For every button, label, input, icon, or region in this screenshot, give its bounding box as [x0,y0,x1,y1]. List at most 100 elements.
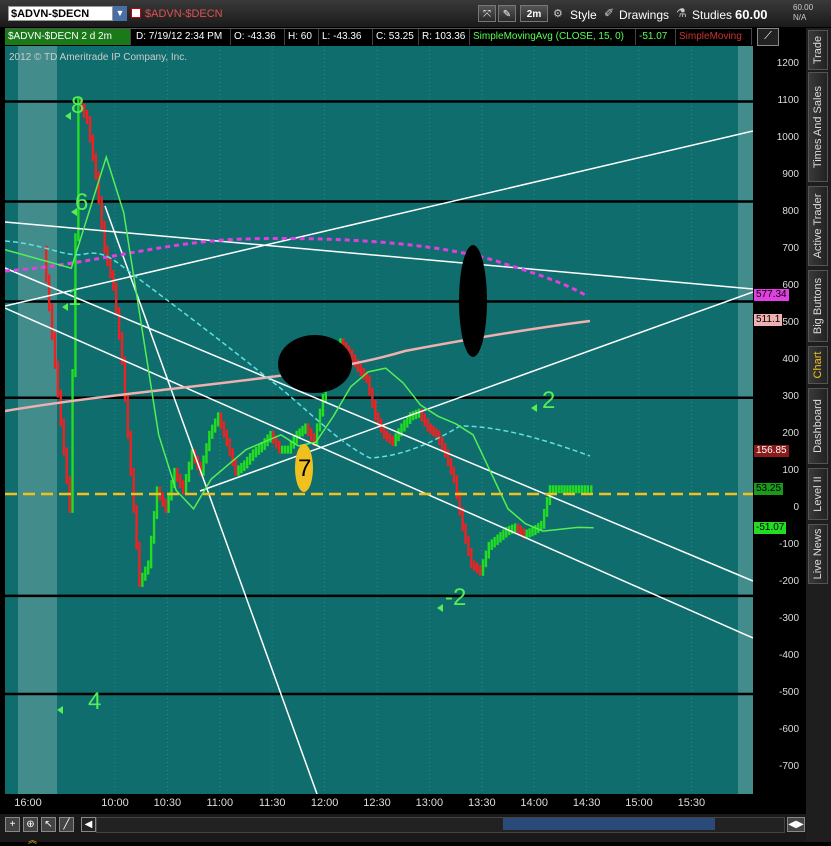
price-candle [484,550,488,568]
price-candle [132,467,135,513]
x-tick-label: 14:30 [572,797,601,809]
price-candle [464,523,467,544]
side-tab-label: Live News [812,528,824,580]
y-tick-label: 200 [782,427,799,439]
scrollbar-thumb[interactable] [503,818,715,830]
side-tab-active-trader[interactable]: Active Trader [808,186,828,266]
flag-icon[interactable] [131,8,141,18]
crosshair-tool-button[interactable]: ⤧ [478,5,496,22]
line-draw-icon[interactable]: ⟋ [757,28,779,46]
y-tick-label: 0 [793,501,799,513]
info-date: D: 7/19/12 2:34 PM [133,29,231,45]
side-tab-big-buttons[interactable]: Big Buttons [808,270,828,342]
price-candle [246,456,249,469]
price-candle [493,536,496,548]
side-tab-chart[interactable]: Chart [808,346,828,384]
side-tab-level-ii[interactable]: Level II [808,468,828,520]
scroll-left-button[interactable]: ◀ [81,817,96,832]
price-chart[interactable]: 8 6 1 7 2 -2 4 2012 © TD Ameritrade IP C… [5,46,753,794]
side-tab-times-and-sales[interactable]: Times And Sales [808,72,828,182]
symbol-dropdown-button[interactable]: ▼ [113,6,127,21]
zoom-plus-button[interactable]: + [5,817,20,832]
pencil-icon[interactable]: ✐ [604,6,614,20]
price-candle [516,523,520,534]
price-axis[interactable]: 1200 1100 1000 900 800 700 600 500 400 300 200 100 0… [753,46,803,794]
price-label-box: -51.07 [754,521,787,534]
trendline-1[interactable] [5,130,753,307]
gear-icon[interactable]: ⚙ [553,7,563,20]
price-candle [499,532,502,543]
price-candle [225,429,229,447]
info-study-short[interactable]: SimpleMoving [676,29,752,45]
price-candle [286,445,290,454]
pointer-tool-button[interactable]: ↖ [41,817,56,832]
price-candle [545,497,549,517]
y-tick-label: 900 [782,168,799,180]
side-tab-trade[interactable]: Trade [808,30,828,70]
price-candle [429,423,432,434]
expand-icon[interactable]: ︽ [28,833,37,846]
side-tab-live-news[interactable]: Live News [808,524,828,584]
price-candle [307,423,310,437]
price-candle [478,565,482,576]
price-candle [414,409,418,420]
price-candle [91,134,95,162]
wave-label-6: 6 [75,189,88,216]
price-candle [94,153,98,180]
info-range: R: 103.36 [419,29,470,45]
price-candle [141,572,144,587]
price-candle [144,566,147,581]
style-menu[interactable]: Style [570,8,597,22]
copyright-text: 2012 © TD Ameritrade IP Company, Inc. [9,52,187,63]
price-candle [560,485,563,494]
price-candle [103,220,106,254]
chart-area[interactable]: 8 6 1 7 2 -2 4 2012 © TD Ameritrade IP C… [5,46,753,794]
black-vertical-ellipse-marker[interactable] [459,245,487,357]
side-tab-label: Chart [812,351,824,379]
price-label-box: 511.1 [754,313,783,326]
x-tick-label: 16:00 [14,797,42,809]
price-candle [467,535,470,557]
info-symbol-period[interactable]: $ADVN-$DECN 2 d 2m [5,29,131,45]
price-candle [426,418,429,432]
price-candle [251,449,255,462]
x-tick-label: 15:00 [625,797,653,809]
symbol-input[interactable]: $ADVN-$DECN [8,6,113,21]
mini-price: 60.00 [793,3,814,12]
x-tick-label: 11:00 [206,797,234,809]
info-low: L: -43.36 [319,29,373,45]
price-candle [441,436,444,452]
trendline-2[interactable] [5,221,753,290]
studies-icon[interactable]: ⚗ [676,6,687,20]
annotation-arrow [62,303,68,311]
time-axis[interactable]: 16:00 10:00 10:30 11:00 11:30 12:00 12:30 13:00… [5,794,805,814]
wrench-icon: ✎ [502,9,512,20]
wave-label-2: 2 [542,387,555,414]
price-candle [161,492,164,507]
price-candle [577,485,581,494]
black-ellipse-marker[interactable] [278,335,352,393]
drawings-menu[interactable]: Drawings [619,8,669,22]
wave-label-7: 7 [298,455,311,482]
info-study[interactable]: SimpleMovingAvg (CLOSE, 15, 0) [470,29,636,45]
wrench-tool-button[interactable]: ✎ [498,5,516,22]
price-candle [278,440,281,454]
scroll-end-button[interactable]: ◀▶ [787,817,805,832]
zoom-magnifier-button[interactable]: ⊕ [23,817,38,832]
price-candle [263,438,266,450]
magenta-dashed-average [5,236,588,298]
y-tick-label: 100 [782,464,799,476]
trendline-3[interactable] [5,267,753,582]
drawing-tool-button[interactable]: ╱ [59,817,74,832]
studies-menu[interactable]: Studies [692,8,732,22]
price-candle [580,485,584,494]
price-candle [385,430,389,442]
period-button[interactable]: 2m [520,5,548,22]
price-candle [147,560,150,575]
price-candle [502,529,505,541]
annotation-arrow [71,208,77,216]
y-tick-label: -700 [778,761,799,773]
side-tab-label: Dashboard [812,399,824,453]
price-candle [257,444,261,455]
side-tab-dashboard[interactable]: Dashboard [808,388,828,464]
